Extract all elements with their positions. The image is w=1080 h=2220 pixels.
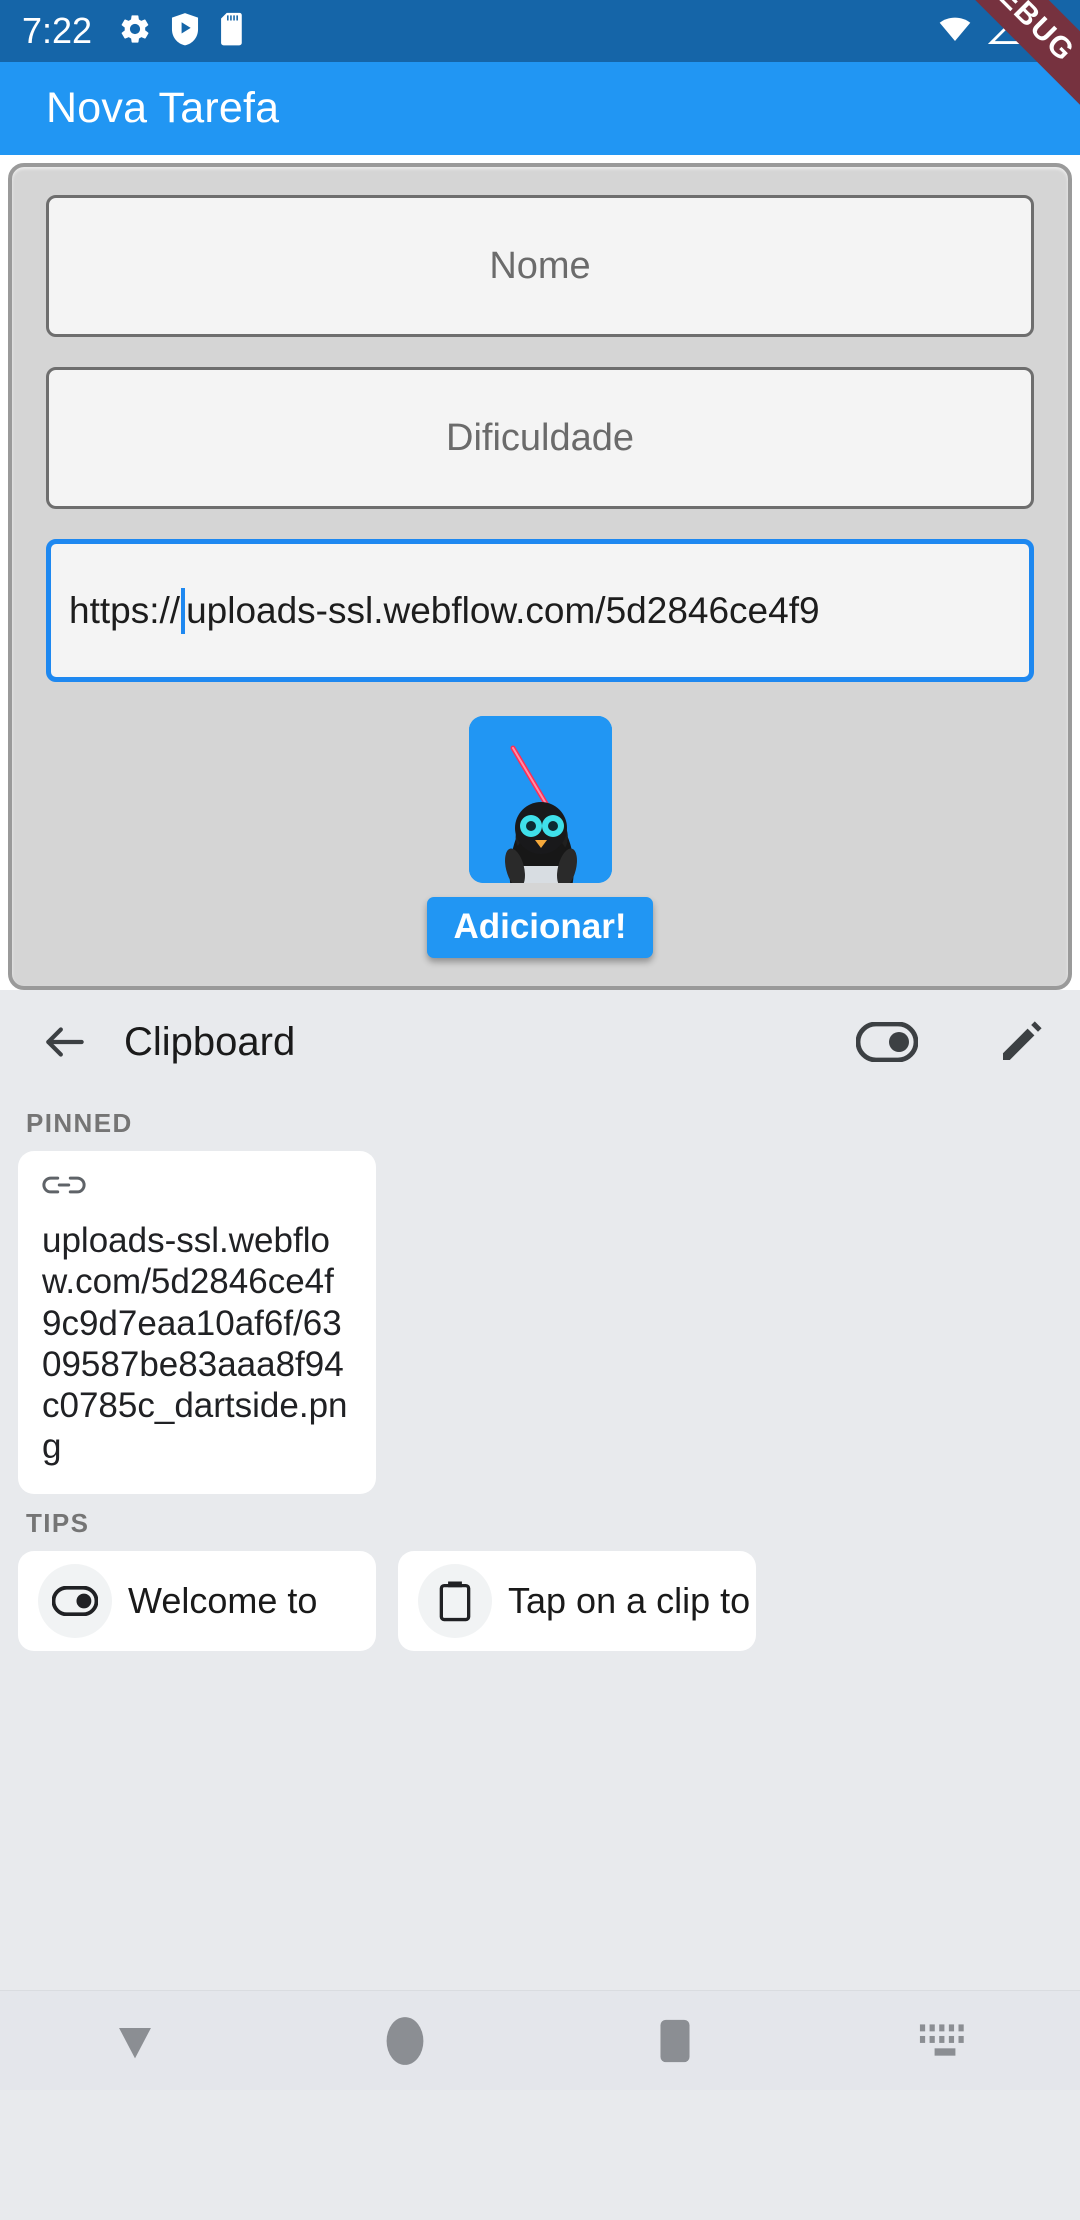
gear-icon bbox=[118, 12, 152, 51]
url-field-value-before-caret: https:// bbox=[69, 589, 181, 631]
tip-card-text: Tap on a clip to bbox=[508, 1579, 751, 1621]
clipboard-header: Clipboard bbox=[0, 990, 1080, 1094]
url-field-value-wrap: https:// uploads-ssl.webflow.com/5d2846c… bbox=[51, 587, 1029, 634]
app-bar: Nova Tarefa bbox=[0, 62, 1080, 155]
tip-card-welcome[interactable]: Welcome to bbox=[18, 1550, 376, 1651]
play-protect-icon bbox=[170, 12, 200, 51]
tip-card-text: Welcome to bbox=[128, 1579, 318, 1621]
form-body: Nome Dificuldade https:// uploads-ssl.we… bbox=[0, 155, 1080, 990]
recents-button[interactable] bbox=[540, 2012, 810, 2070]
status-bar-left-icons bbox=[118, 12, 244, 51]
pinned-section-label: PINNED bbox=[26, 1108, 133, 1138]
image-preview bbox=[468, 716, 612, 883]
tips-section-label: TIPS bbox=[26, 1507, 90, 1538]
clipboard-panel: Clipboard PINNED uploads-ssl.webflow.com… bbox=[0, 990, 1080, 2090]
battery-icon bbox=[1036, 12, 1058, 51]
clipboard-icon bbox=[418, 1563, 492, 1638]
switch-keyboard-button[interactable] bbox=[810, 2020, 1080, 2062]
dificuldade-field-placeholder: Dificuldade bbox=[446, 416, 634, 459]
text-caret bbox=[181, 587, 186, 634]
pinned-clip-row: uploads-ssl.webflow.com/5d2846ce4f9c9d7e… bbox=[0, 1151, 1080, 1494]
url-field[interactable]: https:// uploads-ssl.webflow.com/5d2846c… bbox=[46, 539, 1034, 683]
form-container: Nome Dificuldade https:// uploads-ssl.we… bbox=[8, 163, 1072, 990]
pencil-icon[interactable] bbox=[992, 1013, 1050, 1071]
clip-card[interactable]: uploads-ssl.webflow.com/5d2846ce4f9c9d7e… bbox=[18, 1151, 376, 1494]
nome-field-placeholder: Nome bbox=[489, 244, 591, 287]
wifi-icon bbox=[936, 12, 974, 51]
toggle-on-icon[interactable] bbox=[856, 1019, 928, 1065]
tip-card-tap-clip[interactable]: Tap on a clip to bbox=[398, 1550, 756, 1651]
back-button[interactable] bbox=[34, 1011, 96, 1073]
clip-card-text: uploads-ssl.webflow.com/5d2846ce4f9c9d7e… bbox=[42, 1221, 348, 1467]
dificuldade-field[interactable]: Dificuldade bbox=[46, 367, 1034, 510]
nome-field[interactable]: Nome bbox=[46, 195, 1034, 338]
tips-row: Welcome to Tap on a clip to bbox=[0, 1550, 1080, 1651]
toggle-on-icon bbox=[38, 1563, 112, 1638]
cell-signal-icon bbox=[987, 11, 1022, 51]
url-field-value-after-caret: uploads-ssl.webflow.com/5d2846ce4f9 bbox=[186, 589, 820, 631]
home-button[interactable] bbox=[270, 2012, 540, 2070]
clipboard-actions bbox=[856, 1013, 1050, 1071]
clipboard-title: Clipboard bbox=[124, 1019, 296, 1064]
navigation-bar bbox=[0, 1990, 1080, 2090]
screen-root: 7:22 Nova Tarefa DEBUG Nome Dificuldade … bbox=[0, 0, 1080, 2220]
status-bar-right-icons bbox=[936, 11, 1058, 51]
status-clock: 7:22 bbox=[22, 10, 93, 51]
page-title: Nova Tarefa bbox=[46, 84, 280, 132]
link-icon bbox=[42, 1173, 352, 1202]
hide-keyboard-button[interactable] bbox=[0, 2012, 270, 2070]
status-bar: 7:22 bbox=[0, 0, 1080, 62]
sd-card-icon bbox=[218, 12, 244, 51]
add-task-button[interactable]: Adicionar! bbox=[427, 896, 653, 959]
